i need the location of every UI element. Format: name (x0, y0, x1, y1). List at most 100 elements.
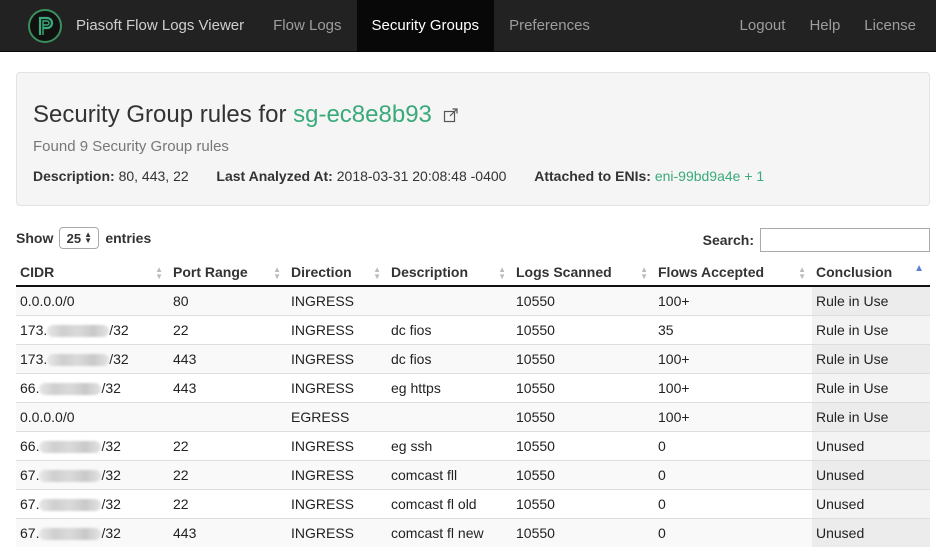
cell-port-range: 443 (169, 343, 287, 373)
cell-direction: INGRESS (287, 314, 387, 344)
column-header-logs-scanned[interactable]: Logs Scanned ▲ ▼ (512, 258, 654, 287)
nav-security-groups[interactable]: Security Groups (356, 0, 495, 51)
cell-description: dc fios (387, 343, 512, 373)
search-input[interactable] (760, 228, 930, 252)
cidr-suffix: /32 (109, 350, 129, 367)
column-header-label: Conclusion (816, 263, 893, 280)
page-length-control: Show 25 ▲ ▼ entries (16, 227, 151, 249)
nav-help[interactable]: Help (797, 0, 852, 51)
cidr-suffix: /32 (101, 379, 121, 396)
description-value: 80, 443, 22 (118, 168, 189, 184)
sort-icon: ▲ ▼ (373, 265, 381, 281)
security-group-rules-table: CIDR ▲ ▼ Port Range ▲ ▼ Direction ▲ ▼ Descript… (16, 258, 930, 547)
entries-label: entries (105, 230, 152, 246)
cell-cidr: 66. /32 (16, 372, 169, 402)
cell-description: comcast fl old (387, 488, 512, 518)
cell-port-range: 22 (169, 488, 287, 518)
cell-flows-accepted: 0 (654, 430, 812, 460)
entries-select[interactable]: 25 ▲ ▼ (59, 227, 100, 249)
meta-line: Description: 80, 443, 22 Last Analyzed A… (33, 168, 764, 184)
cidr-suffix: /32 (101, 524, 121, 541)
cell-cidr: 66. /32 (16, 430, 169, 460)
cell-conclusion: Rule in Use (812, 314, 930, 344)
cell-logs-scanned: 10550 (512, 372, 654, 402)
column-header-conclusion[interactable]: Conclusion ▲ (812, 258, 930, 287)
sort-icon: ▲ ▼ (798, 265, 806, 281)
cidr-prefix: 67. (20, 466, 40, 483)
column-header-flows-accepted[interactable]: Flows Accepted ▲ ▼ (654, 258, 812, 287)
cidr-prefix: 66. (20, 437, 40, 454)
table-row: 173. /32 22 INGRESS dc fios 10550 35 Rule in Us… (16, 314, 930, 344)
cell-flows-accepted: 100+ (654, 285, 812, 315)
cidr-suffix: /32 (101, 437, 121, 454)
show-label: Show (16, 230, 54, 246)
cell-conclusion: Unused (812, 488, 930, 518)
cell-logs-scanned: 10550 (512, 430, 654, 460)
cell-conclusion: Rule in Use (812, 372, 930, 402)
cell-cidr: 67. /32 (16, 459, 169, 489)
table-row: 0.0.0.0/0 80 INGRESS 10550 100+ Rule in Use (16, 285, 930, 315)
table-row: 66. /32 22 INGRESS eg ssh 10550 0 Unused (16, 430, 930, 460)
column-header-label: Direction (291, 263, 352, 280)
table-row: 67. /32 22 INGRESS comcast fl old 10550 0 Unuse… (16, 488, 930, 518)
cell-conclusion: Unused (812, 459, 930, 489)
cell-port-range: 22 (169, 430, 287, 460)
cell-port-range: 22 (169, 459, 287, 489)
cell-direction: INGRESS (287, 517, 387, 547)
cidr-prefix: 0.0.0.0/0 (20, 408, 75, 425)
sort-icon: ▲ ▼ (155, 265, 163, 281)
page-title: Security Group rules for sg-ec8e8b93 (33, 101, 459, 130)
cidr-prefix: 67. (20, 524, 40, 541)
table-row: 67. /32 22 INGRESS comcast fll 10550 0 Unused (16, 459, 930, 489)
nav-preferences[interactable]: Preferences (494, 0, 605, 51)
brand-title: Piasoft Flow Logs Viewer (76, 17, 245, 34)
cell-conclusion: Rule in Use (812, 343, 930, 373)
column-header-description[interactable]: Description ▲ ▼ (387, 258, 512, 287)
nav-logout[interactable]: Logout (728, 0, 798, 51)
cell-description (387, 401, 512, 431)
cell-port-range (169, 401, 287, 431)
last-analyzed-value: 2018-03-31 20:08:48 -0400 (336, 168, 507, 184)
cell-logs-scanned: 10550 (512, 517, 654, 547)
cell-direction: INGRESS (287, 343, 387, 373)
column-header-direction[interactable]: Direction ▲ ▼ (287, 258, 387, 287)
cell-direction: INGRESS (287, 488, 387, 518)
column-header-label: Logs Scanned (516, 263, 612, 280)
security-group-id-link[interactable]: sg-ec8e8b93 (293, 101, 432, 128)
title-prefix: Security Group rules for (33, 101, 287, 128)
cell-flows-accepted: 0 (654, 517, 812, 547)
redacted-ip-blur (39, 498, 102, 511)
enis-link[interactable]: eni-99bd9a4e + 1 (655, 168, 764, 184)
brand[interactable]: Piasoft Flow Logs Viewer (0, 0, 258, 51)
external-link-icon[interactable] (443, 102, 459, 130)
security-group-header: Security Group rules for sg-ec8e8b93 Fou… (16, 72, 930, 206)
cell-description: dc fios (387, 314, 512, 344)
cidr-prefix: 0.0.0.0/0 (20, 292, 75, 309)
nav-license[interactable]: License (852, 0, 936, 51)
cell-port-range: 22 (169, 314, 287, 344)
cell-conclusion: Rule in Use (812, 401, 930, 431)
cell-conclusion: Unused (812, 430, 930, 460)
cell-flows-accepted: 0 (654, 459, 812, 489)
redacted-ip-blur (39, 528, 102, 541)
redacted-ip-blur (47, 324, 110, 337)
cell-flows-accepted: 100+ (654, 401, 812, 431)
column-header-cidr[interactable]: CIDR ▲ ▼ (16, 258, 169, 287)
redacted-ip-blur (39, 382, 102, 395)
sort-icon: ▲ ▼ (498, 265, 506, 281)
cell-port-range: 443 (169, 372, 287, 402)
cell-port-range: 80 (169, 285, 287, 315)
cell-description: eg ssh (387, 430, 512, 460)
nav-flow-logs[interactable]: Flow Logs (258, 0, 356, 51)
top-navbar: Piasoft Flow Logs Viewer Flow Logs Secur… (0, 0, 936, 52)
description-label: Description: (33, 168, 115, 184)
cidr-suffix: /32 (109, 321, 129, 338)
cell-flows-accepted: 100+ (654, 372, 812, 402)
cell-conclusion: Rule in Use (812, 285, 930, 315)
cell-logs-scanned: 10550 (512, 285, 654, 315)
cell-flows-accepted: 35 (654, 314, 812, 344)
cidr-prefix: 67. (20, 495, 40, 512)
column-header-port-range[interactable]: Port Range ▲ ▼ (169, 258, 287, 287)
redacted-ip-blur (47, 353, 110, 366)
entries-value: 25 (66, 230, 82, 246)
